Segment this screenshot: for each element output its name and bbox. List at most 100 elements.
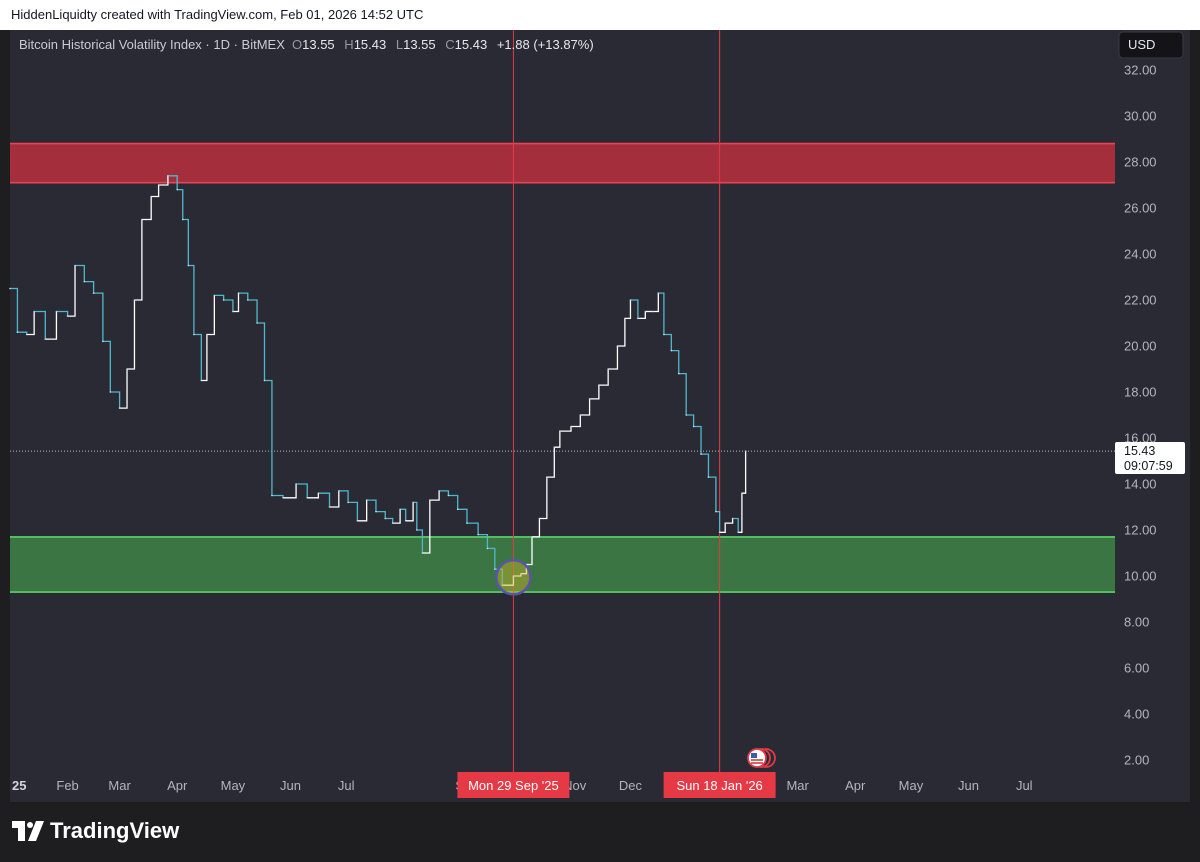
data-point: [282, 497, 284, 499]
data-point: [559, 430, 561, 432]
volatility-series-segment: [693, 425, 702, 455]
data-point: [295, 483, 297, 485]
red-zone[interactable]: [10, 143, 1115, 183]
tradingview-logo-icon: [12, 821, 44, 841]
data-point: [74, 264, 76, 267]
data-point: [157, 184, 160, 186]
x-tick-label: Jun: [958, 778, 979, 793]
volatility-series-segment: [17, 331, 28, 335]
volatility-series-segment: [223, 299, 234, 312]
volatility-series-segment: [385, 517, 394, 524]
volatility-series-segment: [232, 293, 240, 313]
volatility-series-segment: [630, 299, 639, 319]
y-tick-label: 6.00: [1124, 661, 1149, 676]
volatility-series-segment: [56, 310, 69, 317]
volatility-series-segment: [375, 510, 386, 519]
volatility-series-segment: [652, 293, 659, 313]
data-point: [456, 508, 459, 511]
volatility-series-segment: [531, 518, 541, 538]
data-point: [141, 218, 143, 221]
x-tick-label: Mar: [786, 778, 809, 793]
high-value: 15.43: [354, 37, 387, 52]
volatility-series-segment: [392, 509, 401, 524]
volatility-series-segment: [307, 493, 320, 499]
bottom-circle-highlight[interactable]: [495, 559, 532, 596]
volatility-series-segment: [318, 492, 331, 507]
data-point: [9, 287, 11, 290]
volatility-series-segment: [466, 522, 479, 535]
data-point: [102, 340, 104, 343]
volatility-series-segment: [405, 502, 414, 522]
y-tick-label: 24.00: [1124, 247, 1157, 262]
volatility-series-segment: [247, 299, 258, 323]
volatility-series-segment: [741, 451, 747, 494]
volatility-series-segment: [571, 415, 581, 428]
volatility-series-segment: [193, 333, 202, 381]
data-point: [553, 446, 556, 449]
data-point: [538, 517, 541, 520]
x-tick-label: Apr: [845, 778, 866, 793]
y-tick-label: 18.00: [1124, 385, 1157, 400]
data-point: [707, 476, 710, 478]
data-point: [670, 349, 673, 352]
volatility-series-segment: [671, 349, 680, 374]
data-point: [616, 345, 619, 347]
volatility-series-segment: [719, 523, 726, 533]
volatility-series-segment: [366, 499, 377, 512]
volatility-series-segment: [102, 340, 111, 392]
data-point: [399, 508, 401, 511]
data-point: [126, 368, 128, 370]
data-point: [598, 384, 600, 386]
volatility-series-segment: [45, 311, 58, 340]
volatility-series-segment: [134, 219, 143, 301]
volatility-series-segment: [119, 369, 128, 409]
data-point: [657, 292, 660, 294]
data-point: [447, 494, 450, 497]
data-point: [477, 533, 479, 536]
volatility-series-segment: [678, 372, 687, 415]
y-tick-label: 4.00: [1124, 707, 1149, 722]
high-label: H: [344, 37, 353, 52]
close-label: C: [445, 37, 454, 52]
volatility-series-segment: [598, 369, 609, 386]
volatility-series-segment: [357, 500, 368, 522]
change-value: +1.88 (+13.87%): [497, 37, 594, 52]
volatility-series-segment: [715, 510, 721, 533]
data-point: [306, 497, 309, 499]
volatility-series-segment: [637, 311, 646, 320]
volatility-series-segment: [439, 490, 450, 496]
currency-button[interactable]: USD: [1118, 31, 1184, 59]
green-zone[interactable]: [10, 536, 1115, 593]
x-tick-label: Jul: [1016, 778, 1033, 793]
data-point: [412, 501, 414, 504]
volatility-chart[interactable]: 32.00 30.00 28.00 26.00 24.00 22.00 20.00 18.00…: [0, 0, 1200, 862]
low-label: L: [396, 37, 403, 52]
low-value: 13.55: [403, 37, 436, 52]
volatility-series-segment: [708, 476, 717, 512]
data-point: [494, 568, 496, 570]
data-point: [692, 425, 695, 428]
volatility-series-segment: [608, 346, 619, 370]
volatility-series-segment: [214, 294, 225, 300]
y-tick-label: 8.00: [1124, 615, 1149, 630]
volatility-series-segment: [624, 300, 632, 320]
x-tick-label: May: [221, 778, 246, 793]
y-tick-label: 14.00: [1124, 477, 1157, 492]
chart-title: Bitcoin Historical Volatility Index · 1D…: [19, 37, 285, 52]
data-point: [16, 331, 19, 334]
open-label: O: [292, 37, 302, 52]
us-flag-event-icon[interactable]: [747, 748, 776, 768]
date-marker-label: Mon 29 Sep '25: [468, 778, 559, 793]
volatility-series-segment: [67, 265, 76, 317]
tradingview-logo[interactable]: TradingView: [12, 817, 179, 845]
y-tick-label: 22.00: [1124, 293, 1157, 308]
y-tick-label: 2.00: [1124, 753, 1149, 768]
volatility-series-segment: [338, 490, 349, 503]
data-point: [531, 536, 533, 538]
data-point: [637, 317, 639, 320]
volatility-series-segment: [84, 280, 95, 294]
volatility-series-segment: [546, 447, 555, 478]
volatility-series-segment: [75, 264, 85, 282]
volatility-series-segment: [10, 287, 19, 333]
volatility-series-segment: [188, 264, 195, 335]
